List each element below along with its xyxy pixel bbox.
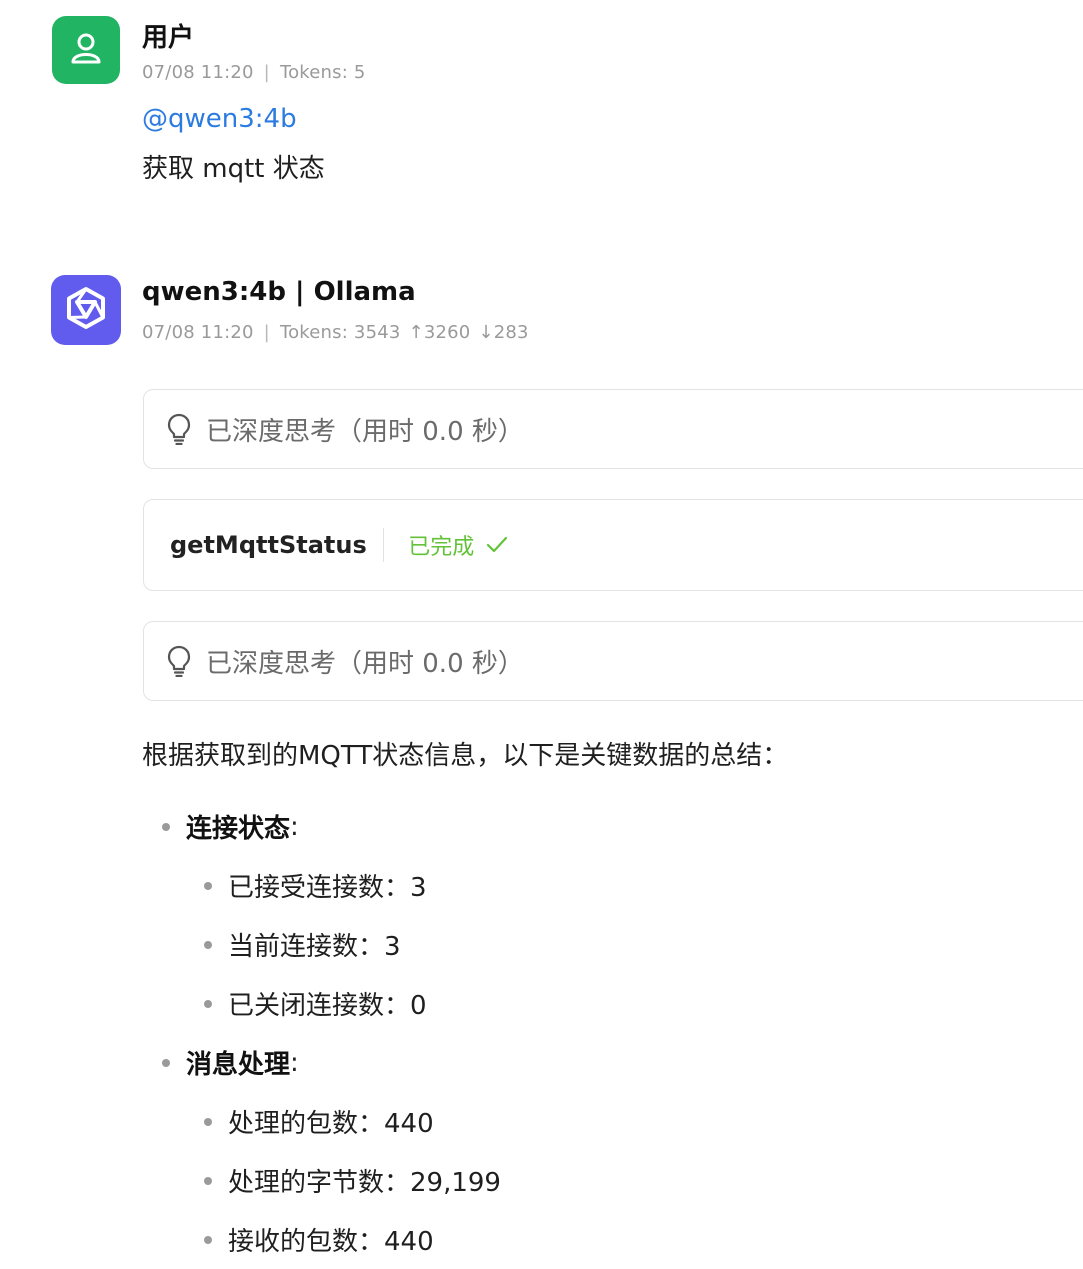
list-item-text: 已接受连接数：3 <box>228 873 427 903</box>
list-item: 连接状态: <box>162 808 299 845</box>
bullet-dot <box>204 1117 212 1126</box>
thinking-label: 已深度思考（用时 0.0 秒） <box>206 648 524 679</box>
bullet-dot <box>204 1235 212 1244</box>
tool-status: 已完成 <box>408 535 475 560</box>
thinking-block-toggle[interactable]: 已深度思考（用时 0.0 秒） <box>143 621 1083 701</box>
user-meta: 07/08 11:20 | Tokens: 5 <box>142 62 366 83</box>
tool-divider <box>382 528 385 562</box>
assistant-timestamp: 07/08 11:20 <box>142 322 254 343</box>
list-item: 消息处理: <box>162 1044 299 1081</box>
meta-separator: | <box>263 62 270 83</box>
bullet-dot <box>162 1058 170 1067</box>
assistant-tokens-up: ↑3260 <box>408 322 471 343</box>
lightbulb-icon <box>166 412 192 446</box>
bullet-dot <box>204 881 212 890</box>
list-item-text: 已关闭连接数：0 <box>228 991 427 1021</box>
list-item: 处理的包数：440 <box>204 1103 434 1140</box>
user-icon <box>68 30 104 70</box>
assistant-token-count: Tokens: 3543 <box>279 322 401 343</box>
bullet-dot <box>204 1176 212 1185</box>
tool-name: getMqttStatus <box>170 531 367 559</box>
list-item: 已关闭连接数：0 <box>204 985 427 1022</box>
assistant-avatar <box>51 275 121 345</box>
list-item-text: 接收的包数：440 <box>228 1227 434 1257</box>
list-item: 处理的字节数：29,199 <box>204 1162 501 1199</box>
section-colon: : <box>290 811 299 842</box>
list-item: 当前连接数：3 <box>204 926 401 963</box>
thinking-block-toggle[interactable]: 已深度思考（用时 0.0 秒） <box>143 389 1083 469</box>
bullet-dot <box>162 822 170 831</box>
check-icon <box>486 536 508 554</box>
section-colon: : <box>290 1047 299 1078</box>
user-avatar <box>52 16 120 84</box>
assistant-name: qwen3:4b | Ollama <box>142 277 416 307</box>
assistant-tokens-down: ↓283 <box>478 322 529 343</box>
list-item-text: 当前连接数：3 <box>228 932 401 962</box>
tool-call-card[interactable]: getMqttStatus 已完成 <box>143 499 1083 591</box>
user-token-count: Tokens: 5 <box>279 62 366 83</box>
model-mention-link[interactable]: @qwen3:4b <box>142 104 297 134</box>
user-name: 用户 <box>142 23 195 53</box>
list-item-text: 处理的字节数：29,199 <box>228 1168 501 1198</box>
meta-separator: | <box>263 322 270 343</box>
list-item: 接收的包数：440 <box>204 1221 434 1258</box>
thinking-label: 已深度思考（用时 0.0 秒） <box>206 416 524 447</box>
response-intro: 根据获取到的MQTT状态信息，以下是关键数据的总结： <box>142 741 789 771</box>
list-item: 已接受连接数：3 <box>204 867 427 904</box>
qwen-logo-icon <box>62 284 110 336</box>
user-timestamp: 07/08 11:20 <box>142 62 254 83</box>
lightbulb-icon <box>166 644 192 678</box>
list-item-text: 处理的包数：440 <box>228 1109 434 1139</box>
user-message-text: 获取 mqtt 状态 <box>142 154 325 184</box>
bullet-dot <box>204 999 212 1008</box>
assistant-meta: 07/08 11:20 | Tokens: 3543 ↑3260 ↓283 <box>142 322 529 343</box>
bullet-dot <box>204 940 212 949</box>
section-title: 消息处理 <box>186 1050 291 1080</box>
section-title: 连接状态 <box>186 814 291 844</box>
